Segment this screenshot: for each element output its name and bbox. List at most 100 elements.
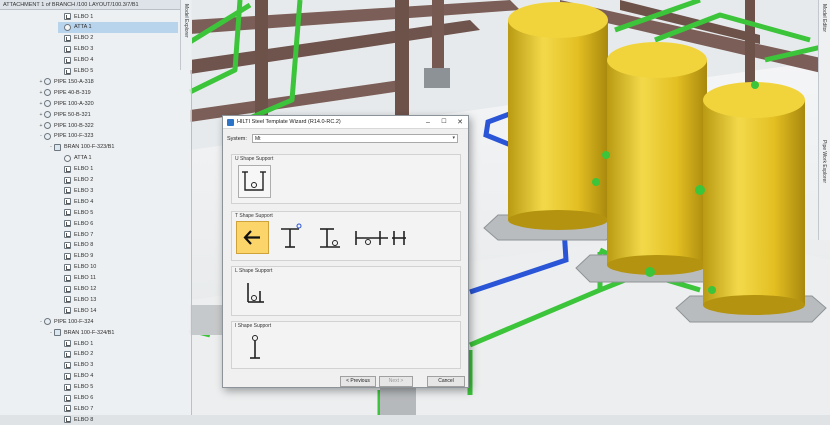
system-label: System: [227,135,247,142]
tree-item[interactable]: ELBO 3 [58,185,178,196]
tree-item-label: ELBO 1 [74,340,94,347]
tree-item[interactable]: ELBO 4 [58,55,178,66]
pipe-icon [44,318,51,326]
elbo-icon [64,372,71,380]
tree-item-label: BRAN 100-F-323/B1 [64,144,115,151]
explorer-header[interactable]: ATTACHMENT 1 of BRANCH /100 LAYOUT/100.3… [0,0,191,10]
tree-item-label: ELBO 2 [74,35,94,42]
cancel-button[interactable]: Cancel [427,376,465,387]
tab-pipework-explorer[interactable]: Pipe Work Explorer [821,140,827,183]
i-shape-option-1[interactable] [240,331,271,362]
i-shape-support-group: I Shape Support [231,321,461,369]
tree-item[interactable]: - BRAN 100-F-323/B1 [48,142,178,153]
tree-item[interactable]: + PIPE 50-B-321 [38,109,178,120]
tree-item[interactable]: ELBO 6 [58,393,178,404]
t-support-icon [281,223,302,248]
tree-item[interactable]: ELBO 2 [58,33,178,44]
tree-item[interactable]: ELBO 8 [58,414,178,425]
storage-tank-2[interactable] [607,42,707,275]
pipe-icon [44,89,51,97]
tree-item[interactable]: ELBO 4 [58,196,178,207]
i-support-icon [250,335,260,359]
elbo-icon [64,187,71,195]
tree-item-label: PIPE 100-B-322 [54,122,94,129]
tree-item[interactable]: ATTA 1 [58,21,178,33]
elbo-icon [64,241,71,249]
tree-item-label: ELBO 2 [74,177,94,183]
tree-item[interactable]: ELBO 7 [58,229,178,240]
tree-item-label: ELBO 4 [74,57,94,64]
tree-item[interactable]: ELBO 3 [58,360,178,371]
l-shape-support-group: L Shape Support [231,266,461,316]
atta-icon [64,154,71,162]
tree-item[interactable]: ELBO 2 [58,349,178,360]
minimize-icon[interactable]: – [420,116,436,129]
tree-item[interactable]: ELBO 1 [58,11,178,22]
tree-item[interactable]: ATTA 1 [58,153,178,164]
tree-item[interactable]: ELBO 13 [58,294,178,305]
tree-item-label: PIPE 100-A-320 [54,100,94,107]
tree-item[interactable]: ELBO 1 [58,164,178,175]
tree-item[interactable]: ELBO 5 [58,207,178,218]
tree-item[interactable]: + PIPE 150-A-318 [38,76,178,87]
tree-item[interactable]: ELBO 5 [58,66,178,77]
elbo-icon [64,296,71,304]
t-shape-option-2[interactable] [314,221,345,252]
tree-item-label: ELBO 14 [74,307,97,314]
tree-item-label: ELBO 5 [74,209,94,216]
app-icon [227,118,234,126]
tree-item[interactable]: + PIPE 40-B-319 [38,87,178,98]
bran-icon [54,329,61,337]
elbo-icon [64,220,71,228]
close-icon[interactable]: ✕ [452,116,468,129]
tree-item[interactable]: ELBO 6 [58,218,178,229]
storage-tank-1[interactable] [508,2,608,230]
tree-item[interactable]: ELBO 1 [58,338,178,349]
tree-item[interactable]: ELBO 5 [58,382,178,393]
tree-item[interactable]: - BRAN 100-F-324/B1 [48,327,178,338]
t-shape-option-1[interactable] [275,221,306,252]
tree-item-label: PIPE 40-B-319 [54,89,91,96]
tab-model-explorer[interactable]: Model Explorer [183,4,189,38]
tree-item[interactable]: ELBO 2 [58,175,178,186]
maximize-icon[interactable]: ☐ [436,116,452,129]
tree-item[interactable]: ELBO 7 [58,403,178,414]
tree-item-label: ELBO 2 [74,351,94,358]
tree-item-label: ATTA 1 [74,24,92,31]
system-select[interactable]: Mt ▾ [252,134,458,143]
l-shape-option-1[interactable] [240,277,271,308]
tree-item[interactable]: ELBO 8 [58,240,178,251]
next-button[interactable]: Next > [379,376,413,387]
tree-item[interactable]: + PIPE 100-A-320 [38,98,178,109]
elbo-icon [64,56,71,64]
tree-item[interactable]: ELBO 3 [58,44,178,55]
elbo-icon [64,34,71,42]
explorer-side-tab-strip: Model Explorer [180,0,192,70]
i-shape-support-title: I Shape Support [235,323,272,329]
tree-item[interactable]: ELBO 10 [58,262,178,273]
elbo-icon [64,231,71,238]
previous-button[interactable]: < Previous [340,376,376,387]
tree-item[interactable]: - PIPE 100-F-324 [38,316,178,327]
tree-item[interactable]: - PIPE 100-F-323 [38,131,178,142]
l-support-icon [247,283,264,303]
tree-item[interactable]: ELBO 9 [58,251,178,262]
chevron-down-icon: ▾ [452,135,455,141]
tree-item-label: ATTA 1 [74,155,92,162]
tab-model-editor[interactable]: Model Editor [821,4,827,32]
tree-item[interactable]: ELBO 11 [58,273,178,284]
t-shape-option-3[interactable] [350,221,410,252]
tree-item[interactable]: ELBO 4 [58,371,178,382]
tree-item[interactable]: ELBO 14 [58,305,178,316]
dialog-title: HILTI Steel Template Wizard (R14.0-RC.2) [237,119,341,125]
dialog-titlebar[interactable]: HILTI Steel Template Wizard (R14.0-RC.2)… [223,116,468,129]
back-arrow-button[interactable] [236,221,269,254]
tree-item-label: ELBO 9 [74,253,94,260]
u-shape-support-button[interactable] [238,165,271,198]
double-t-support-icon [355,231,406,245]
tree-item[interactable]: + PIPE 100-B-322 [38,120,178,131]
storage-tank-3[interactable] [703,82,805,315]
tree-item[interactable]: ELBO 12 [58,284,178,295]
pipe-icon [44,111,51,119]
tree-item-label: ELBO 7 [74,405,94,412]
